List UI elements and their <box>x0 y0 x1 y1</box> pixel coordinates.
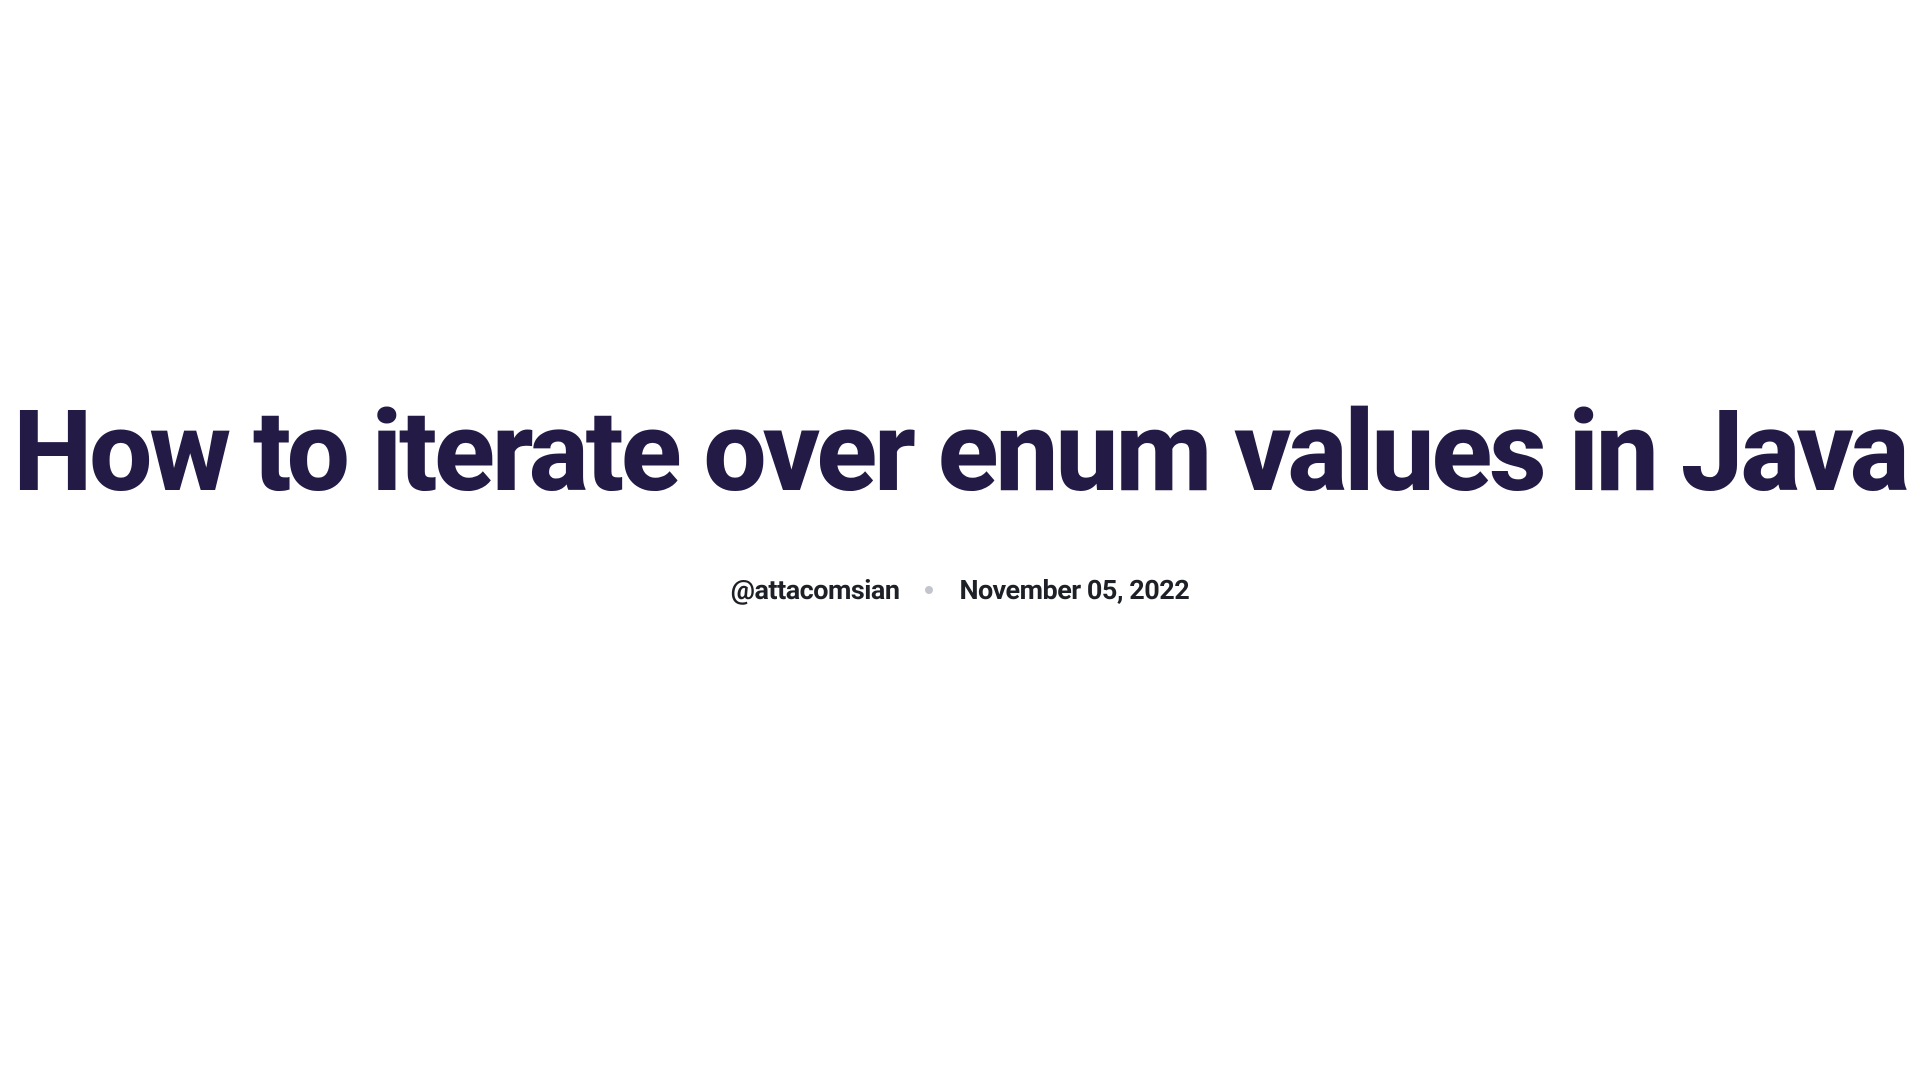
author-handle: @attacomsian <box>731 574 900 606</box>
article-title: How to iterate over enum values in Java <box>13 394 1906 512</box>
separator-dot-icon <box>925 586 933 594</box>
article-header: How to iterate over enum values in Java … <box>13 394 1906 606</box>
publish-date: November 05, 2022 <box>959 574 1189 606</box>
article-meta: @attacomsian November 05, 2022 <box>731 574 1189 606</box>
